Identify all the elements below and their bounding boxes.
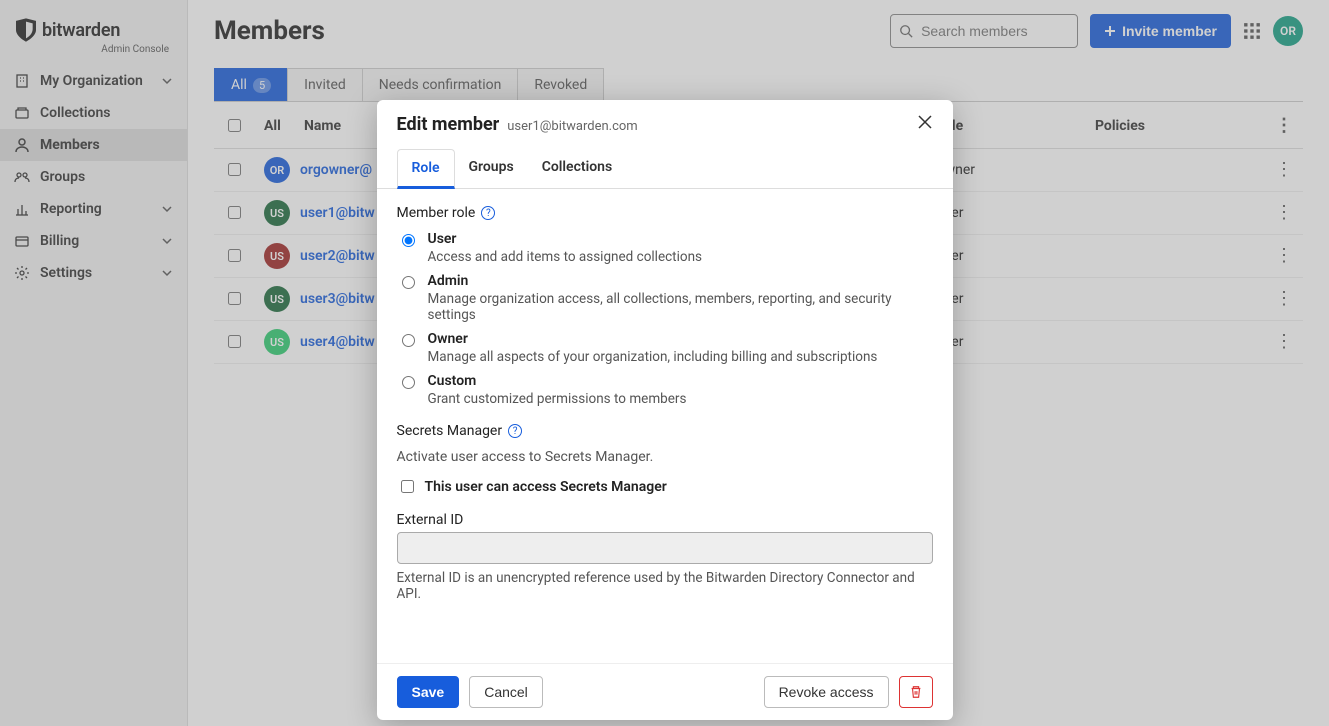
role-desc: Grant customized permissions to members [428, 391, 687, 407]
secrets-check-label: This user can access Secrets Manager [425, 479, 667, 495]
modal-tab-collections[interactable]: Collections [528, 149, 626, 189]
modal-title: Edit member [397, 114, 500, 135]
save-button[interactable]: Save [397, 676, 460, 708]
revoke-access-button[interactable]: Revoke access [764, 676, 889, 708]
external-id-input[interactable] [397, 532, 933, 564]
role-name: Owner [428, 331, 878, 347]
help-icon[interactable]: ? [481, 206, 495, 220]
external-id-label: External ID [397, 512, 933, 528]
role-option[interactable]: Admin Manage organization access, all co… [397, 273, 933, 323]
role-option[interactable]: Custom Grant customized permissions to m… [397, 373, 933, 407]
modal-tab-groups[interactable]: Groups [455, 149, 528, 189]
role-option[interactable]: User Access and add items to assigned co… [397, 231, 933, 265]
role-radio[interactable] [402, 376, 415, 389]
cancel-button[interactable]: Cancel [469, 676, 543, 708]
modal-subtitle: user1@bitwarden.com [507, 119, 637, 134]
secrets-manager-label: Secrets Manager [397, 423, 503, 439]
modal-tabs: Role Groups Collections [377, 149, 953, 189]
role-name: Admin [428, 273, 933, 289]
role-radio[interactable] [402, 334, 415, 347]
edit-member-modal: Edit member user1@bitwarden.com Role Gro… [377, 100, 953, 720]
modal-tab-role[interactable]: Role [397, 149, 455, 189]
close-icon[interactable] [917, 114, 933, 130]
role-desc: Manage organization access, all collecti… [428, 291, 933, 323]
member-role-label: Member role [397, 205, 476, 221]
role-radio[interactable] [402, 234, 415, 247]
role-name: Custom [428, 373, 687, 389]
delete-button[interactable] [899, 676, 933, 708]
secrets-access-checkbox[interactable] [401, 480, 414, 493]
help-icon[interactable]: ? [508, 424, 522, 438]
secrets-access-row[interactable]: This user can access Secrets Manager [397, 477, 933, 496]
role-name: User [428, 231, 703, 247]
modal-overlay: Edit member user1@bitwarden.com Role Gro… [0, 0, 1329, 726]
external-id-hint: External ID is an unencrypted reference … [397, 570, 933, 602]
trash-icon [909, 685, 923, 699]
role-desc: Manage all aspects of your organization,… [428, 349, 878, 365]
role-option[interactable]: Owner Manage all aspects of your organiz… [397, 331, 933, 365]
role-radio[interactable] [402, 276, 415, 289]
role-desc: Access and add items to assigned collect… [428, 249, 703, 265]
secrets-desc: Activate user access to Secrets Manager. [397, 449, 933, 465]
